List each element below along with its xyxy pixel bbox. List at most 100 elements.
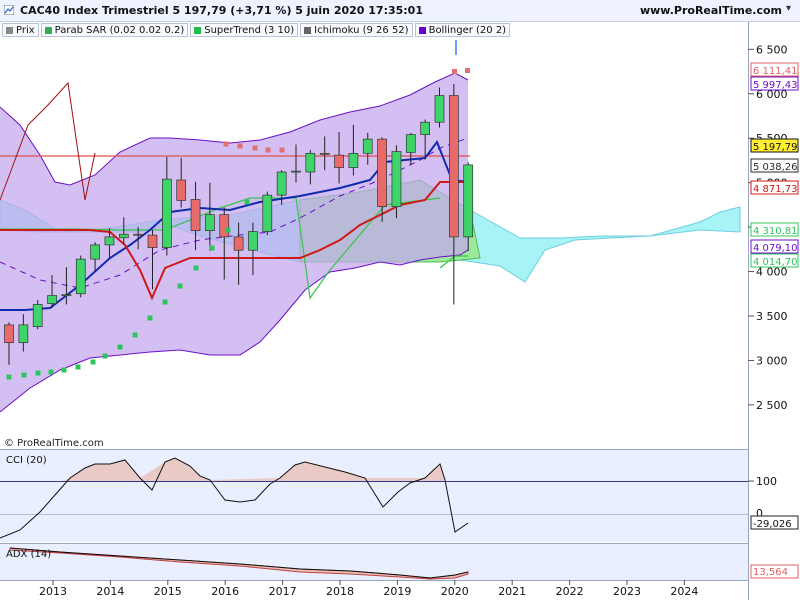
legend-swatch xyxy=(6,26,13,34)
parabolic-sar-dot xyxy=(132,332,138,338)
parabolic-sar-dot xyxy=(162,299,168,305)
x-tick-label: 2016 xyxy=(211,585,239,598)
cci-value-label: -29,026 xyxy=(753,519,792,530)
x-tick-label: 2018 xyxy=(326,585,354,598)
candle-up xyxy=(305,152,316,173)
parabolic-sar-dot xyxy=(265,147,271,153)
x-tick-label: 2021 xyxy=(498,585,526,598)
x-tick-label: 2017 xyxy=(269,585,297,598)
chart-root: CAC40 Index Trimestriel 5 197,79 (+3,71 … xyxy=(0,0,800,600)
candle-down xyxy=(334,154,344,168)
y-tick-label: 100 xyxy=(756,475,777,488)
parabolic-sar-dot xyxy=(237,143,243,149)
price-chart[interactable]: 2 5003 0003 5004 0004 5005 0005 5006 000… xyxy=(0,0,800,600)
candle-up xyxy=(362,138,373,154)
candle-down xyxy=(147,234,158,248)
legend-item-ichimoku[interactable]: Ichimoku (9 26 52) xyxy=(300,23,413,37)
candle-up xyxy=(90,244,100,260)
price-label: 4 014,70 xyxy=(753,257,798,268)
parabolic-sar-dot xyxy=(35,370,41,376)
candle-down xyxy=(133,233,143,236)
legend-swatch xyxy=(418,26,426,34)
candle-up xyxy=(405,134,416,153)
adx-panel-label: ADX (14) xyxy=(6,549,51,560)
cci-panel-label: CCI (20) xyxy=(6,455,47,466)
parabolic-sar-dot xyxy=(147,315,153,321)
price-label: 5 038,26 xyxy=(753,162,798,173)
candle-down xyxy=(233,236,244,251)
candle-up xyxy=(262,194,273,232)
x-tick-label: 2019 xyxy=(383,585,411,598)
y-tick-label: 3 500 xyxy=(756,310,788,323)
x-tick-label: 2020 xyxy=(441,585,469,598)
parabolic-sar-dot xyxy=(102,353,108,359)
parabolic-sar-dot xyxy=(193,265,199,271)
candle-up xyxy=(61,294,72,297)
legend-item-bollinger[interactable]: Bollinger (20 2) xyxy=(414,23,511,37)
candle-up xyxy=(420,121,430,136)
parabolic-sar-dot xyxy=(6,374,12,380)
price-label: 6 111,41 xyxy=(753,66,798,77)
candle-up xyxy=(463,164,474,238)
y-tick-label: 3 000 xyxy=(756,354,788,367)
candle-up xyxy=(348,152,359,168)
legend-label: Bollinger (20 2) xyxy=(428,24,507,36)
legend-item-parab-sar[interactable]: Parab SAR (0.02 0.02 0.2) xyxy=(40,23,189,37)
y-tick-label: 6 500 xyxy=(756,43,788,56)
legend-item-prix[interactable]: Prix xyxy=(2,23,39,37)
candle-up xyxy=(47,295,57,304)
parabolic-sar-dot xyxy=(252,145,258,151)
legend-swatch xyxy=(194,26,202,34)
x-tick-label: 2015 xyxy=(154,585,182,598)
credit-text: © ProRealTime.com xyxy=(4,438,104,449)
candle-up xyxy=(162,178,172,248)
parabolic-sar-dot xyxy=(225,227,231,233)
price-label: 5 197,79 xyxy=(753,142,798,153)
candle-down xyxy=(190,199,201,232)
candle-up xyxy=(248,231,258,251)
parabolic-sar-dot xyxy=(21,372,27,378)
parabolic-sar-dot xyxy=(452,69,457,74)
price-label: 4 079,10 xyxy=(753,243,798,254)
candle-up xyxy=(205,214,215,232)
candle-down xyxy=(449,95,459,238)
legend-label: SuperTrend (3 10) xyxy=(204,24,295,36)
parabolic-sar-dot xyxy=(223,141,229,147)
candle-down xyxy=(176,179,187,201)
candle-up xyxy=(32,304,43,328)
candle-up xyxy=(276,171,287,196)
parabolic-sar-dot xyxy=(177,283,183,289)
legend-item-supertrend[interactable]: SuperTrend (3 10) xyxy=(190,23,299,37)
candle-down xyxy=(4,324,14,344)
parabolic-sar-dot xyxy=(117,344,123,350)
parabolic-sar-dot xyxy=(465,68,470,73)
legend-label: Parab SAR (0.02 0.02 0.2) xyxy=(54,24,185,36)
x-tick-label: 2014 xyxy=(96,585,124,598)
legend-label: Prix xyxy=(16,24,35,36)
candle-down xyxy=(219,214,230,238)
adx-value-label: 13,564 xyxy=(753,567,788,578)
candle-up xyxy=(391,151,402,208)
legend: Prix Parab SAR (0.02 0.02 0.2) SuperTren… xyxy=(2,23,511,37)
parabolic-sar-dot xyxy=(279,147,285,153)
parabolic-sar-dot xyxy=(48,369,54,375)
x-tick-label: 2023 xyxy=(613,585,641,598)
parabolic-sar-dot xyxy=(90,359,96,365)
candle-up xyxy=(434,95,445,123)
parabolic-sar-dot xyxy=(244,199,250,205)
legend-swatch xyxy=(44,26,52,34)
parabolic-sar-dot xyxy=(75,364,81,370)
parabolic-sar-dot xyxy=(209,245,215,251)
legend-swatch xyxy=(304,26,312,34)
candle-up xyxy=(75,258,86,295)
candle-up xyxy=(104,236,115,246)
price-label: 4 871,73 xyxy=(753,184,798,195)
candle-down xyxy=(319,152,330,155)
candle-up xyxy=(18,324,29,344)
y-tick-label: 2 500 xyxy=(756,399,788,412)
candle-up xyxy=(118,233,129,239)
x-tick-label: 2013 xyxy=(39,585,67,598)
x-tick-label: 2022 xyxy=(556,585,584,598)
candle-up xyxy=(291,170,301,173)
price-label: 5 997,43 xyxy=(753,80,798,91)
